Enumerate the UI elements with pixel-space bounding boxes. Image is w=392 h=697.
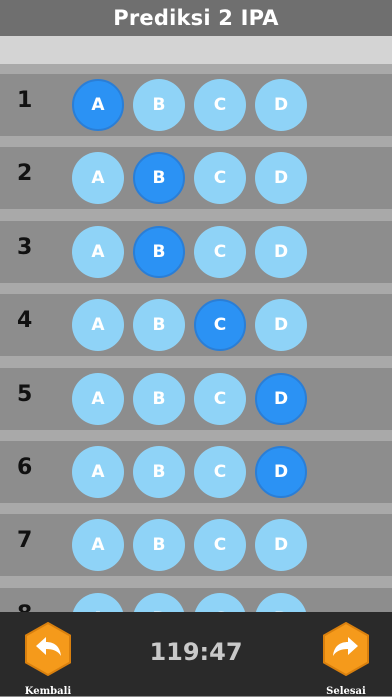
question-row: 1 A B C D [0, 74, 392, 136]
question-row: 6 A B C D [0, 441, 392, 503]
question-row: 8 A B C D [0, 588, 392, 612]
question-row: 4 A B C D [0, 294, 392, 356]
option-d-button[interactable]: D [255, 299, 307, 351]
option-d-button[interactable]: D [255, 79, 307, 131]
option-c-button[interactable]: C [194, 152, 246, 204]
option-d-button[interactable]: D [255, 593, 307, 612]
option-a-button[interactable]: A [72, 226, 124, 278]
option-a-button[interactable]: A [72, 373, 124, 425]
option-b-button[interactable]: B [133, 152, 185, 204]
option-b-button[interactable]: B [133, 79, 185, 131]
footer-bar: Kembali 119:47 Selesai [0, 612, 392, 697]
option-c-button[interactable]: C [194, 593, 246, 612]
option-b-button[interactable]: B [133, 299, 185, 351]
option-b-button[interactable]: B [133, 373, 185, 425]
option-a-button[interactable]: A [72, 593, 124, 612]
back-button[interactable]: Kembali [18, 622, 78, 697]
back-button-label: Kembali [24, 686, 72, 697]
option-c-button[interactable]: C [194, 373, 246, 425]
option-c-button[interactable]: C [194, 299, 246, 351]
option-d-button[interactable]: D [255, 152, 307, 204]
back-arrow-icon [25, 622, 71, 676]
option-a-button[interactable]: A [72, 519, 124, 571]
option-d-button[interactable]: D [255, 226, 307, 278]
question-row: 5 A B C D [0, 368, 392, 430]
forward-arrow-icon [323, 622, 369, 676]
question-row: 2 A B C D [0, 147, 392, 209]
option-a-button[interactable]: A [72, 152, 124, 204]
option-c-button[interactable]: C [194, 226, 246, 278]
finish-button[interactable]: Selesai [316, 622, 376, 697]
header-bar: Prediksi 2 IPA [0, 0, 392, 36]
question-number: 6 [17, 455, 33, 480]
option-a-button[interactable]: A [72, 299, 124, 351]
option-b-button[interactable]: B [133, 446, 185, 498]
question-number: 4 [17, 308, 33, 333]
option-d-button[interactable]: D [255, 373, 307, 425]
question-row: 7 A B C D [0, 514, 392, 576]
option-d-button[interactable]: D [255, 446, 307, 498]
countdown-timer: 119:47 [149, 638, 243, 666]
header-divider [0, 36, 392, 64]
option-b-button[interactable]: B [133, 519, 185, 571]
question-number: 1 [17, 88, 33, 113]
question-number: 8 [17, 602, 47, 612]
question-list[interactable]: 1 A B C D 2 A B C D 3 A B C D 4 A B C D … [0, 64, 392, 612]
option-c-button[interactable]: C [194, 446, 246, 498]
question-number: 3 [17, 235, 33, 260]
finish-button-label: Selesai [326, 686, 366, 697]
option-b-button[interactable]: B [133, 226, 185, 278]
option-a-button[interactable]: A [72, 79, 124, 131]
question-number: 5 [17, 382, 33, 407]
option-a-button[interactable]: A [72, 446, 124, 498]
option-d-button[interactable]: D [255, 519, 307, 571]
question-row: 3 A B C D [0, 221, 392, 283]
page-title: Prediksi 2 IPA [113, 6, 279, 30]
option-c-button[interactable]: C [194, 79, 246, 131]
question-number: 7 [17, 528, 33, 553]
question-number: 2 [17, 161, 33, 186]
option-b-button[interactable]: B [133, 593, 185, 612]
option-c-button[interactable]: C [194, 519, 246, 571]
